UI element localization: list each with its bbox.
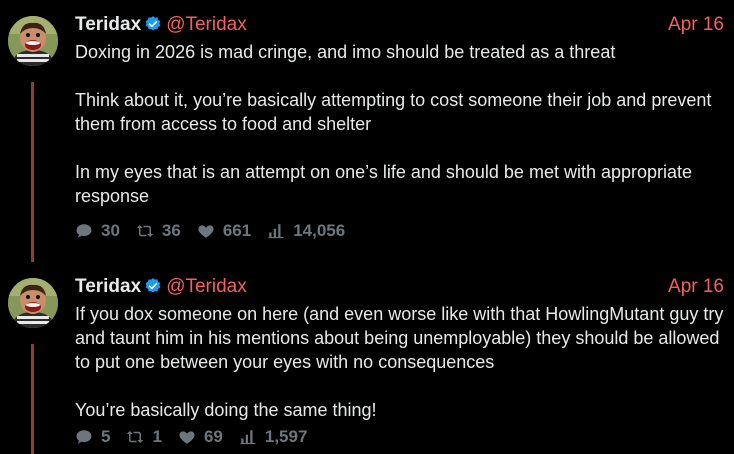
repost-count: 1 [152, 427, 162, 446]
view-count: 14,056 [293, 221, 346, 240]
speech-bubble-icon [76, 430, 92, 444]
reply-count: 30 [101, 221, 120, 240]
tweet-actions: 5 1 69 1,597 [75, 425, 323, 449]
views-button[interactable]: 1,597 [239, 427, 308, 447]
view-count: 1,597 [264, 427, 308, 446]
thread-line [31, 344, 34, 454]
thread-line [31, 82, 34, 262]
reply-count: 5 [101, 427, 111, 446]
repost-button[interactable]: 1 [126, 427, 162, 447]
like-button[interactable]: 69 [178, 427, 223, 447]
like-count: 661 [222, 221, 252, 240]
tweet-paragraph: Think about it, you’re basically attempt… [75, 90, 712, 134]
reply-button[interactable]: 5 [75, 427, 110, 447]
tweet-date[interactable]: Apr 16 [668, 274, 724, 300]
tweet-paragraph: If you dox someone on here (and even wor… [75, 304, 724, 372]
repost-count: 36 [161, 221, 181, 240]
display-name[interactable]: Teridax [75, 276, 141, 297]
tweet-actions: 30 36 661 14,056 [75, 219, 361, 243]
tweet-text: Doxing in 2026 is mad cringe, and imo sh… [75, 40, 730, 208]
verified-badge-icon [145, 16, 161, 31]
heart-icon [198, 225, 214, 238]
verified-badge-icon [145, 278, 161, 293]
display-name[interactable]: Teridax [75, 14, 141, 35]
avatar[interactable] [8, 278, 58, 328]
speech-bubble-icon [76, 224, 92, 238]
repost-icon [136, 225, 154, 237]
bar-chart-icon [240, 430, 256, 445]
tweet-paragraph: In my eyes that is an attempt on one’s l… [75, 162, 693, 206]
tweet-date[interactable]: Apr 16 [668, 12, 724, 38]
tweet-header: Teridax @Teridax Apr 16 [75, 12, 724, 38]
like-count: 69 [203, 427, 223, 446]
reply-button[interactable]: 30 [75, 221, 120, 241]
user-handle[interactable]: @Teridax [166, 14, 247, 35]
puppet-avatar-image [8, 278, 58, 328]
bar-chart-icon [268, 224, 284, 239]
tweet[interactable]: Teridax @Teridax Apr 16 Doxing in 2026 is… [0, 0, 734, 262]
tweet-text: If you dox someone on here (and even wor… [75, 302, 730, 422]
puppet-avatar-image [8, 16, 58, 66]
tweet-paragraph: You’re basically doing the same thing! [75, 400, 377, 420]
repost-icon [127, 431, 144, 443]
heart-icon [179, 431, 195, 444]
tweet[interactable]: Teridax @Teridax Apr 16 If you dox someon… [0, 262, 734, 454]
user-handle[interactable]: @Teridax [166, 276, 247, 297]
tweet-paragraph: Doxing in 2026 is mad cringe, and imo sh… [75, 42, 616, 62]
like-button[interactable]: 661 [197, 221, 251, 241]
views-button[interactable]: 14,056 [267, 221, 345, 241]
tweet-header: Teridax @Teridax Apr 16 [75, 274, 724, 300]
repost-button[interactable]: 36 [136, 221, 181, 241]
avatar[interactable] [8, 16, 58, 66]
